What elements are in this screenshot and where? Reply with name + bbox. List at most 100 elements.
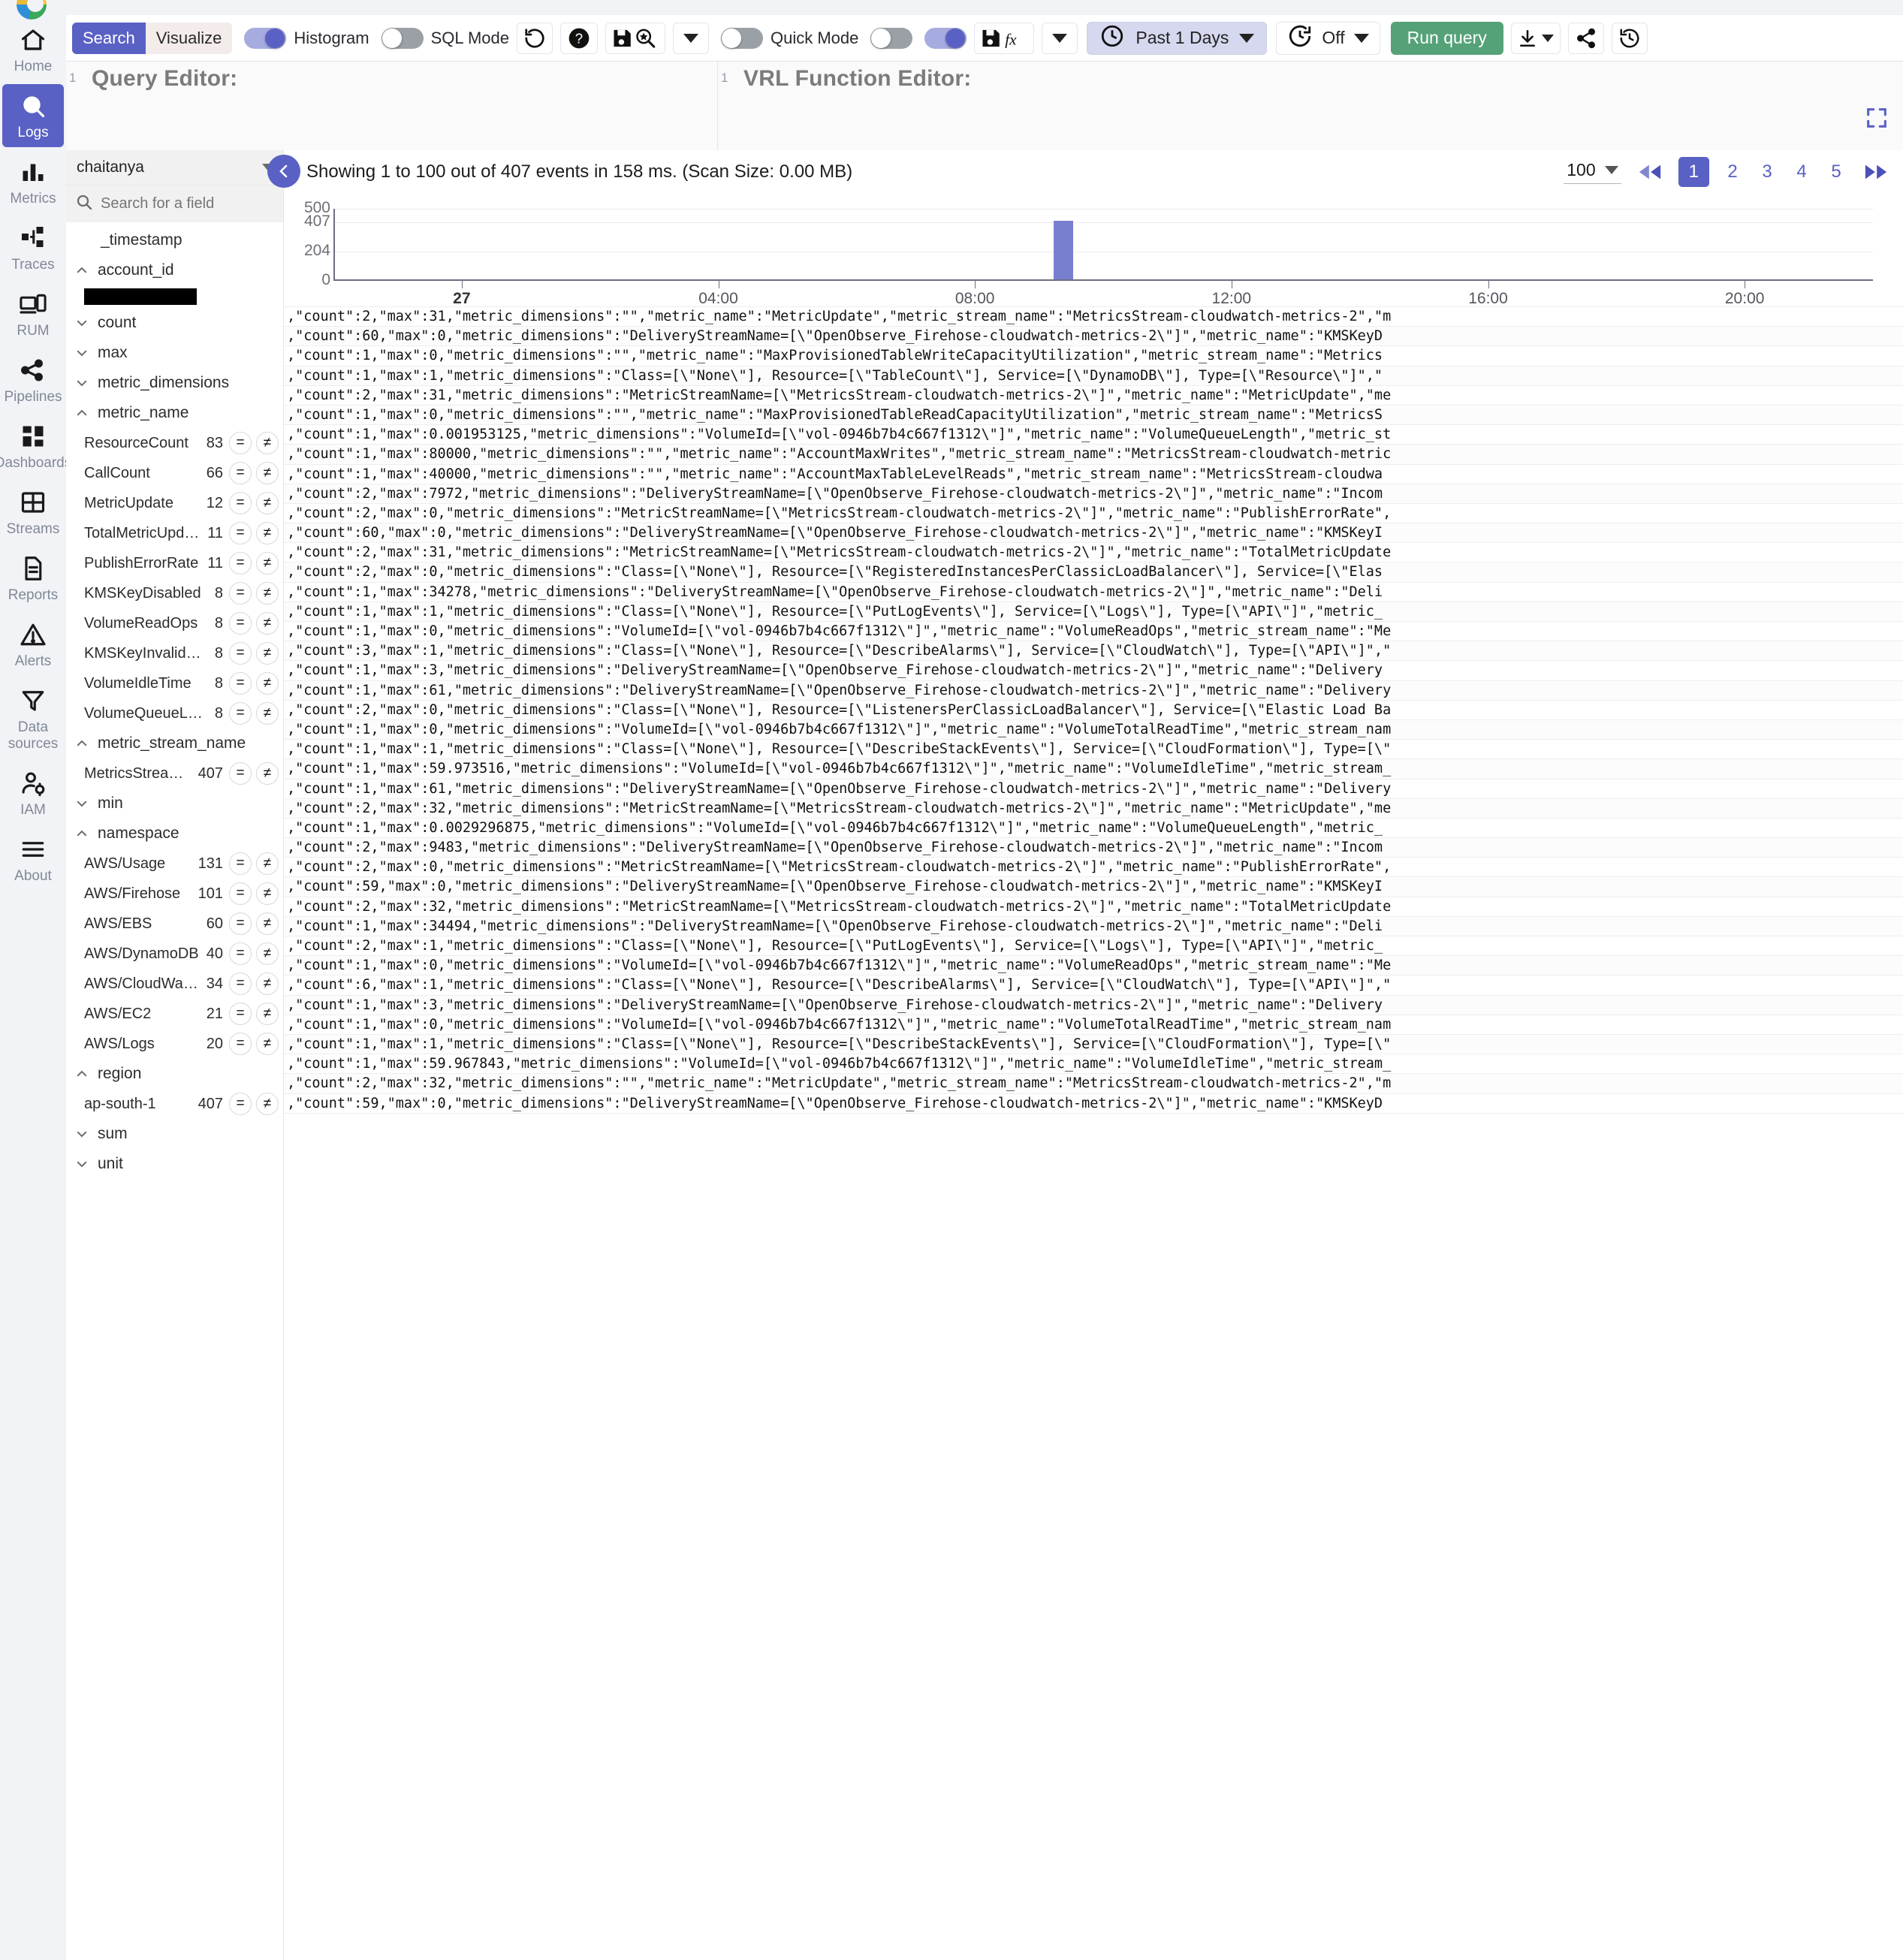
log-row[interactable]: ,"count":1,"max":0,"metric_dimensions":"…: [284, 346, 1903, 366]
log-row[interactable]: ,"count":1,"max":3,"metric_dimensions":"…: [284, 661, 1903, 680]
first-page-button[interactable]: [1635, 161, 1665, 183]
field-value-row[interactable]: AWS/EC221=≠: [66, 999, 283, 1029]
sidebar-item-dashboards[interactable]: Dashboards: [2, 415, 64, 478]
log-row[interactable]: ,"count":2,"max":32,"metric_dimensions":…: [284, 897, 1903, 917]
filter-equals-button[interactable]: =: [229, 1093, 252, 1115]
field-value-row[interactable]: TotalMetricUpdate11=≠: [66, 518, 283, 548]
save-function-button[interactable]: fx: [974, 23, 1034, 54]
mode-segmented-control[interactable]: Search Visualize: [72, 23, 232, 54]
filter-equals-button[interactable]: =: [229, 522, 252, 544]
log-row[interactable]: ,"count":6,"max":1,"metric_dimensions":"…: [284, 975, 1903, 995]
filter-equals-button[interactable]: =: [229, 942, 252, 965]
filter-equals-button[interactable]: =: [229, 912, 252, 935]
page-number-5[interactable]: 5: [1825, 161, 1847, 182]
filter-equals-button[interactable]: =: [229, 432, 252, 454]
field-value-row[interactable]: AWS/Firehose101=≠: [66, 879, 283, 909]
log-row[interactable]: ,"count":2,"max":0,"metric_dimensions":"…: [284, 562, 1903, 582]
filter-equals-button[interactable]: =: [229, 1033, 252, 1055]
field-value-row[interactable]: VolumeReadOps8=≠: [66, 608, 283, 638]
filter-equals-button[interactable]: =: [229, 552, 252, 574]
field-group-count[interactable]: count: [66, 308, 283, 338]
function-dropdown-button[interactable]: [1042, 23, 1078, 54]
log-row[interactable]: ,"count":1,"max":0.0029296875,"metric_di…: [284, 819, 1903, 838]
log-row[interactable]: ,"count":60,"max":0,"metric_dimensions":…: [284, 327, 1903, 346]
log-row[interactable]: ,"count":1,"max":0,"metric_dimensions":"…: [284, 1015, 1903, 1035]
log-row[interactable]: ,"count":1,"max":34278,"metric_dimension…: [284, 583, 1903, 602]
field-group-_timestamp[interactable]: _timestamp: [66, 225, 283, 255]
field-value-row[interactable]: AWS/EBS60=≠: [66, 909, 283, 939]
page-number-1[interactable]: 1: [1678, 157, 1709, 187]
function-editor-toggle[interactable]: [924, 28, 967, 49]
page-number-3[interactable]: 3: [1756, 161, 1778, 182]
filter-not-equals-button[interactable]: ≠: [256, 522, 279, 544]
sidebar-item-home[interactable]: Home: [2, 18, 64, 81]
field-value-row[interactable]: KMSKeyDisabled8=≠: [66, 578, 283, 608]
log-row[interactable]: ,"count":2,"max":0,"metric_dimensions":"…: [284, 858, 1903, 877]
filter-not-equals-button[interactable]: ≠: [256, 942, 279, 965]
run-query-button[interactable]: Run query: [1391, 22, 1503, 55]
filter-not-equals-button[interactable]: ≠: [256, 1003, 279, 1025]
log-row[interactable]: ,"count":1,"max":0.001953125,"metric_dim…: [284, 425, 1903, 445]
tab-search[interactable]: Search: [72, 23, 146, 54]
filter-not-equals-button[interactable]: ≠: [256, 702, 279, 725]
log-row[interactable]: ,"count":2,"max":31,"metric_dimensions":…: [284, 543, 1903, 562]
time-range-picker[interactable]: Past 1 Days: [1087, 22, 1267, 55]
field-value-row[interactable]: ap-south-1407=≠: [66, 1089, 283, 1119]
field-value-row[interactable]: AWS/DynamoDB40=≠: [66, 939, 283, 969]
log-row[interactable]: ,"count":59,"max":0,"metric_dimensions":…: [284, 1094, 1903, 1114]
field-search-row[interactable]: [66, 185, 283, 222]
sidebar-item-alerts[interactable]: Alerts: [2, 613, 64, 676]
log-row[interactable]: ,"count":1,"max":59.973516,"metric_dimen…: [284, 759, 1903, 779]
filter-not-equals-button[interactable]: ≠: [256, 852, 279, 875]
field-value-row[interactable]: PublishErrorRate11=≠: [66, 548, 283, 578]
field-value-row[interactable]: AWS/CloudWatch/...34=≠: [66, 969, 283, 999]
sidebar-item-data-sources[interactable]: Datasources: [2, 679, 64, 758]
help-button[interactable]: ?: [560, 23, 598, 54]
log-row[interactable]: ,"count":2,"max":7972,"metric_dimensions…: [284, 484, 1903, 504]
field-value-row[interactable]: VolumeQueueLength8=≠: [66, 698, 283, 728]
page-number-4[interactable]: 4: [1790, 161, 1813, 182]
wrap-lines-toggle[interactable]: [870, 28, 912, 49]
field-value-row[interactable]: AWS/Usage131=≠: [66, 849, 283, 879]
tab-visualize[interactable]: Visualize: [146, 23, 233, 54]
log-row[interactable]: ,"count":1,"max":1,"metric_dimensions":"…: [284, 366, 1903, 386]
filter-equals-button[interactable]: =: [229, 852, 252, 875]
log-row[interactable]: ,"count":2,"max":31,"metric_dimensions":…: [284, 386, 1903, 406]
filter-equals-button[interactable]: =: [229, 972, 252, 995]
field-value-row[interactable]: CallCount66=≠: [66, 458, 283, 488]
field-value-row[interactable]: AWS/Logs20=≠: [66, 1029, 283, 1059]
field-group-max[interactable]: max: [66, 338, 283, 368]
vrl-function-editor-pane[interactable]: 1 VRL Function Editor:: [718, 62, 1903, 150]
field-group-unit[interactable]: unit: [66, 1149, 283, 1179]
download-button[interactable]: [1511, 23, 1561, 54]
log-row[interactable]: ,"count":2,"max":9483,"metric_dimensions…: [284, 838, 1903, 858]
filter-not-equals-button[interactable]: ≠: [256, 552, 279, 574]
log-row[interactable]: ,"count":1,"max":80000,"metric_dimension…: [284, 445, 1903, 464]
histogram-chart[interactable]: 50040720402704:0008:0012:0016:0020:00: [284, 194, 1903, 306]
filter-not-equals-button[interactable]: ≠: [256, 462, 279, 484]
filter-not-equals-button[interactable]: ≠: [256, 582, 279, 605]
log-row[interactable]: ,"count":1,"max":61,"metric_dimensions":…: [284, 681, 1903, 701]
log-row[interactable]: ,"count":1,"max":0,"metric_dimensions":"…: [284, 956, 1903, 975]
filter-not-equals-button[interactable]: ≠: [256, 612, 279, 635]
sidebar-item-pipelines[interactable]: Pipelines: [2, 348, 64, 412]
sidebar-item-logs[interactable]: Logs: [2, 84, 64, 147]
sidebar-item-metrics[interactable]: Metrics: [2, 150, 64, 213]
filter-not-equals-button[interactable]: ≠: [256, 912, 279, 935]
auto-refresh-picker[interactable]: Off: [1276, 22, 1380, 55]
filter-equals-button[interactable]: =: [229, 672, 252, 695]
sidebar-item-streams[interactable]: Streams: [2, 481, 64, 544]
log-row[interactable]: ,"count":1,"max":1,"metric_dimensions":"…: [284, 1035, 1903, 1054]
field-group-min[interactable]: min: [66, 789, 283, 819]
filter-equals-button[interactable]: =: [229, 642, 252, 665]
log-row[interactable]: ,"count":2,"max":1,"metric_dimensions":"…: [284, 936, 1903, 956]
field-group-metric_stream_name[interactable]: metric_stream_name: [66, 728, 283, 758]
log-row[interactable]: ,"count":2,"max":31,"metric_dimensions":…: [284, 307, 1903, 327]
field-value-row[interactable]: VolumeIdleTime8=≠: [66, 668, 283, 698]
sidebar-item-about[interactable]: About: [2, 828, 64, 891]
sidebar-item-traces[interactable]: Traces: [2, 216, 64, 279]
sidebar-item-iam[interactable]: IAM: [2, 761, 64, 825]
filter-equals-button[interactable]: =: [229, 762, 252, 785]
field-value-row[interactable]: MetricUpdate12=≠: [66, 488, 283, 518]
quick-mode-toggle[interactable]: [721, 28, 763, 49]
